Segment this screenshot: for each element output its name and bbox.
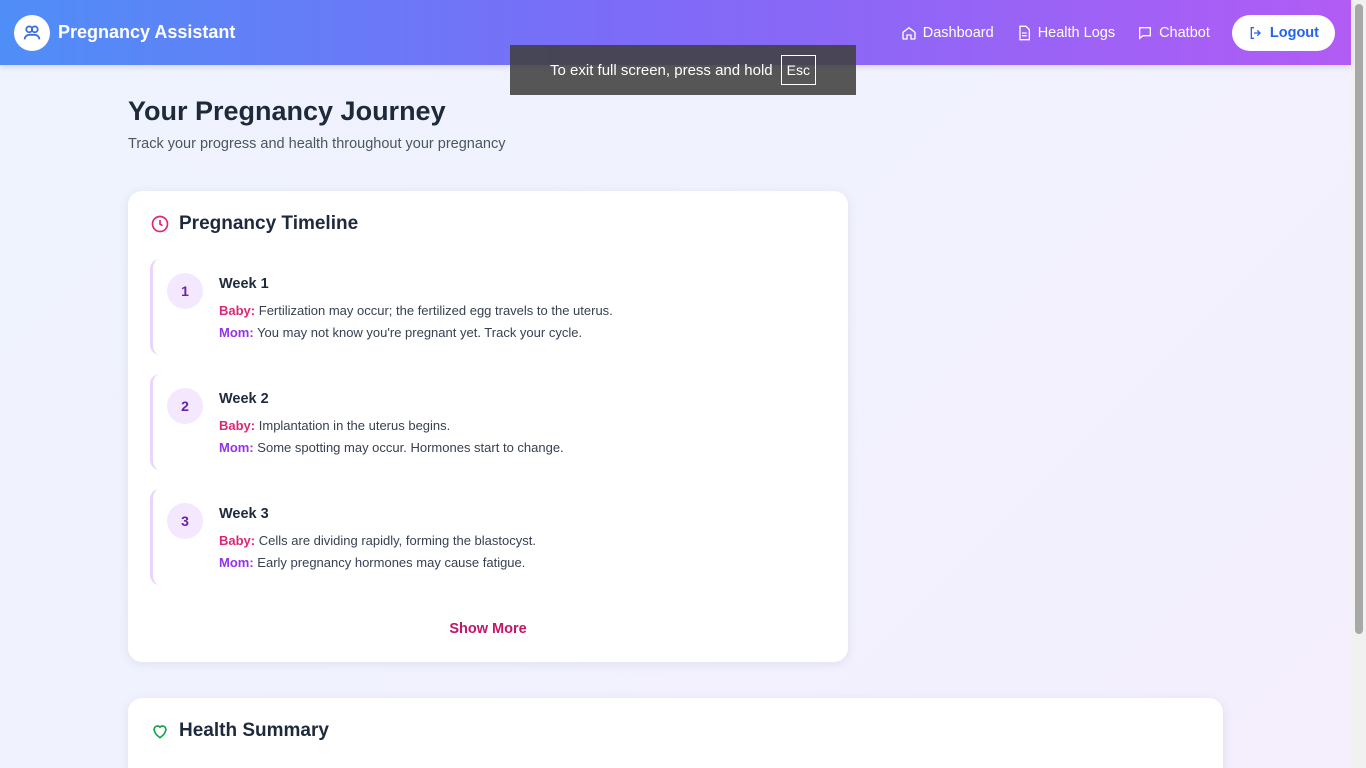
nav-chatbot-label: Chatbot	[1159, 24, 1210, 41]
baby-text: Fertilization may occur; the fertilized …	[258, 303, 613, 318]
timeline-card-header: Pregnancy Timeline	[150, 213, 358, 235]
logout-label: Logout	[1269, 24, 1319, 41]
users-icon	[14, 14, 50, 51]
week-mom-info: Mom: You may not know you're pregnant ye…	[219, 325, 582, 340]
week-title: Week 2	[219, 391, 269, 407]
fullscreen-exit-notice: To exit full screen, press and hold Esc	[510, 45, 856, 95]
timeline-title: Pregnancy Timeline	[179, 213, 359, 234]
week-number-badge: 3	[167, 503, 203, 539]
timeline-week-item: 1 Week 1 Baby: Fertilization may occur; …	[150, 259, 826, 355]
logout-icon	[1250, 26, 1261, 39]
clock-icon	[151, 215, 169, 233]
week-mom-info: Mom: Some spotting may occur. Hormones s…	[219, 440, 564, 455]
baby-label: Baby:	[219, 418, 256, 433]
week-baby-info: Baby: Fertilization may occur; the ferti…	[219, 303, 613, 318]
nav-health-logs-label: Health Logs	[1037, 24, 1116, 41]
mom-text: You may not know you're pregnant yet. Tr…	[257, 325, 583, 340]
mom-label: Mom:	[219, 325, 254, 340]
week-title: Week 1	[219, 276, 269, 292]
chat-icon	[1139, 26, 1152, 40]
week-baby-info: Baby: Implantation in the uterus begins.	[219, 418, 450, 433]
week-title: Week 3	[219, 506, 269, 522]
mom-text: Some spotting may occur. Hormones start …	[257, 440, 564, 455]
nav-chatbot-link[interactable]: Chatbot	[1137, 25, 1210, 41]
nav-dashboard-link[interactable]: Dashboard	[901, 25, 994, 41]
pregnancy-timeline-card: Pregnancy Timeline 1 Week 1 Baby: Fertil…	[128, 191, 848, 662]
nav-health-logs-link[interactable]: Health Logs	[1016, 25, 1115, 41]
baby-text: Implantation in the uterus begins.	[258, 418, 451, 433]
week-baby-info: Baby: Cells are dividing rapidly, formin…	[219, 533, 536, 548]
mom-label: Mom:	[219, 440, 254, 455]
heart-icon	[153, 725, 167, 739]
health-card-header: Health Summary	[150, 720, 329, 742]
brand-title: Pregnancy Assistant	[58, 22, 236, 42]
page-title: Your Pregnancy Journey	[128, 96, 446, 126]
baby-label: Baby:	[219, 303, 256, 318]
show-more-button[interactable]: Show More	[128, 621, 848, 637]
fullscreen-notice-text: To exit full screen, press and hold	[550, 61, 773, 79]
scrollbar-thumb[interactable]	[1355, 4, 1363, 634]
home-icon	[902, 26, 916, 40]
baby-label: Baby:	[219, 533, 256, 548]
health-summary-title: Health Summary	[179, 720, 329, 741]
baby-text: Cells are dividing rapidly, forming the …	[258, 533, 536, 548]
page-scrollbar[interactable]	[1351, 0, 1366, 768]
document-icon	[1019, 25, 1030, 40]
timeline-week-item: 2 Week 2 Baby: Implantation in the uteru…	[150, 374, 826, 470]
week-mom-info: Mom: Early pregnancy hormones may cause …	[219, 555, 525, 570]
nav-links: Dashboard Health Logs Chatbot Logout	[901, 14, 1337, 51]
page-subtitle: Track your progress and health throughou…	[128, 136, 506, 152]
nav-dashboard-label: Dashboard	[922, 24, 994, 41]
health-summary-card: Health Summary	[128, 698, 1223, 768]
week-number-badge: 1	[167, 273, 203, 309]
week-number-badge: 2	[167, 388, 203, 424]
mom-text: Early pregnancy hormones may cause fatig…	[257, 555, 526, 570]
brand[interactable]: Pregnancy Assistant	[14, 14, 236, 51]
mom-label: Mom:	[219, 555, 254, 570]
timeline-week-item: 3 Week 3 Baby: Cells are dividing rapidl…	[150, 489, 826, 585]
logout-button[interactable]: Logout	[1231, 14, 1335, 51]
esc-key-badge: Esc	[780, 55, 816, 85]
